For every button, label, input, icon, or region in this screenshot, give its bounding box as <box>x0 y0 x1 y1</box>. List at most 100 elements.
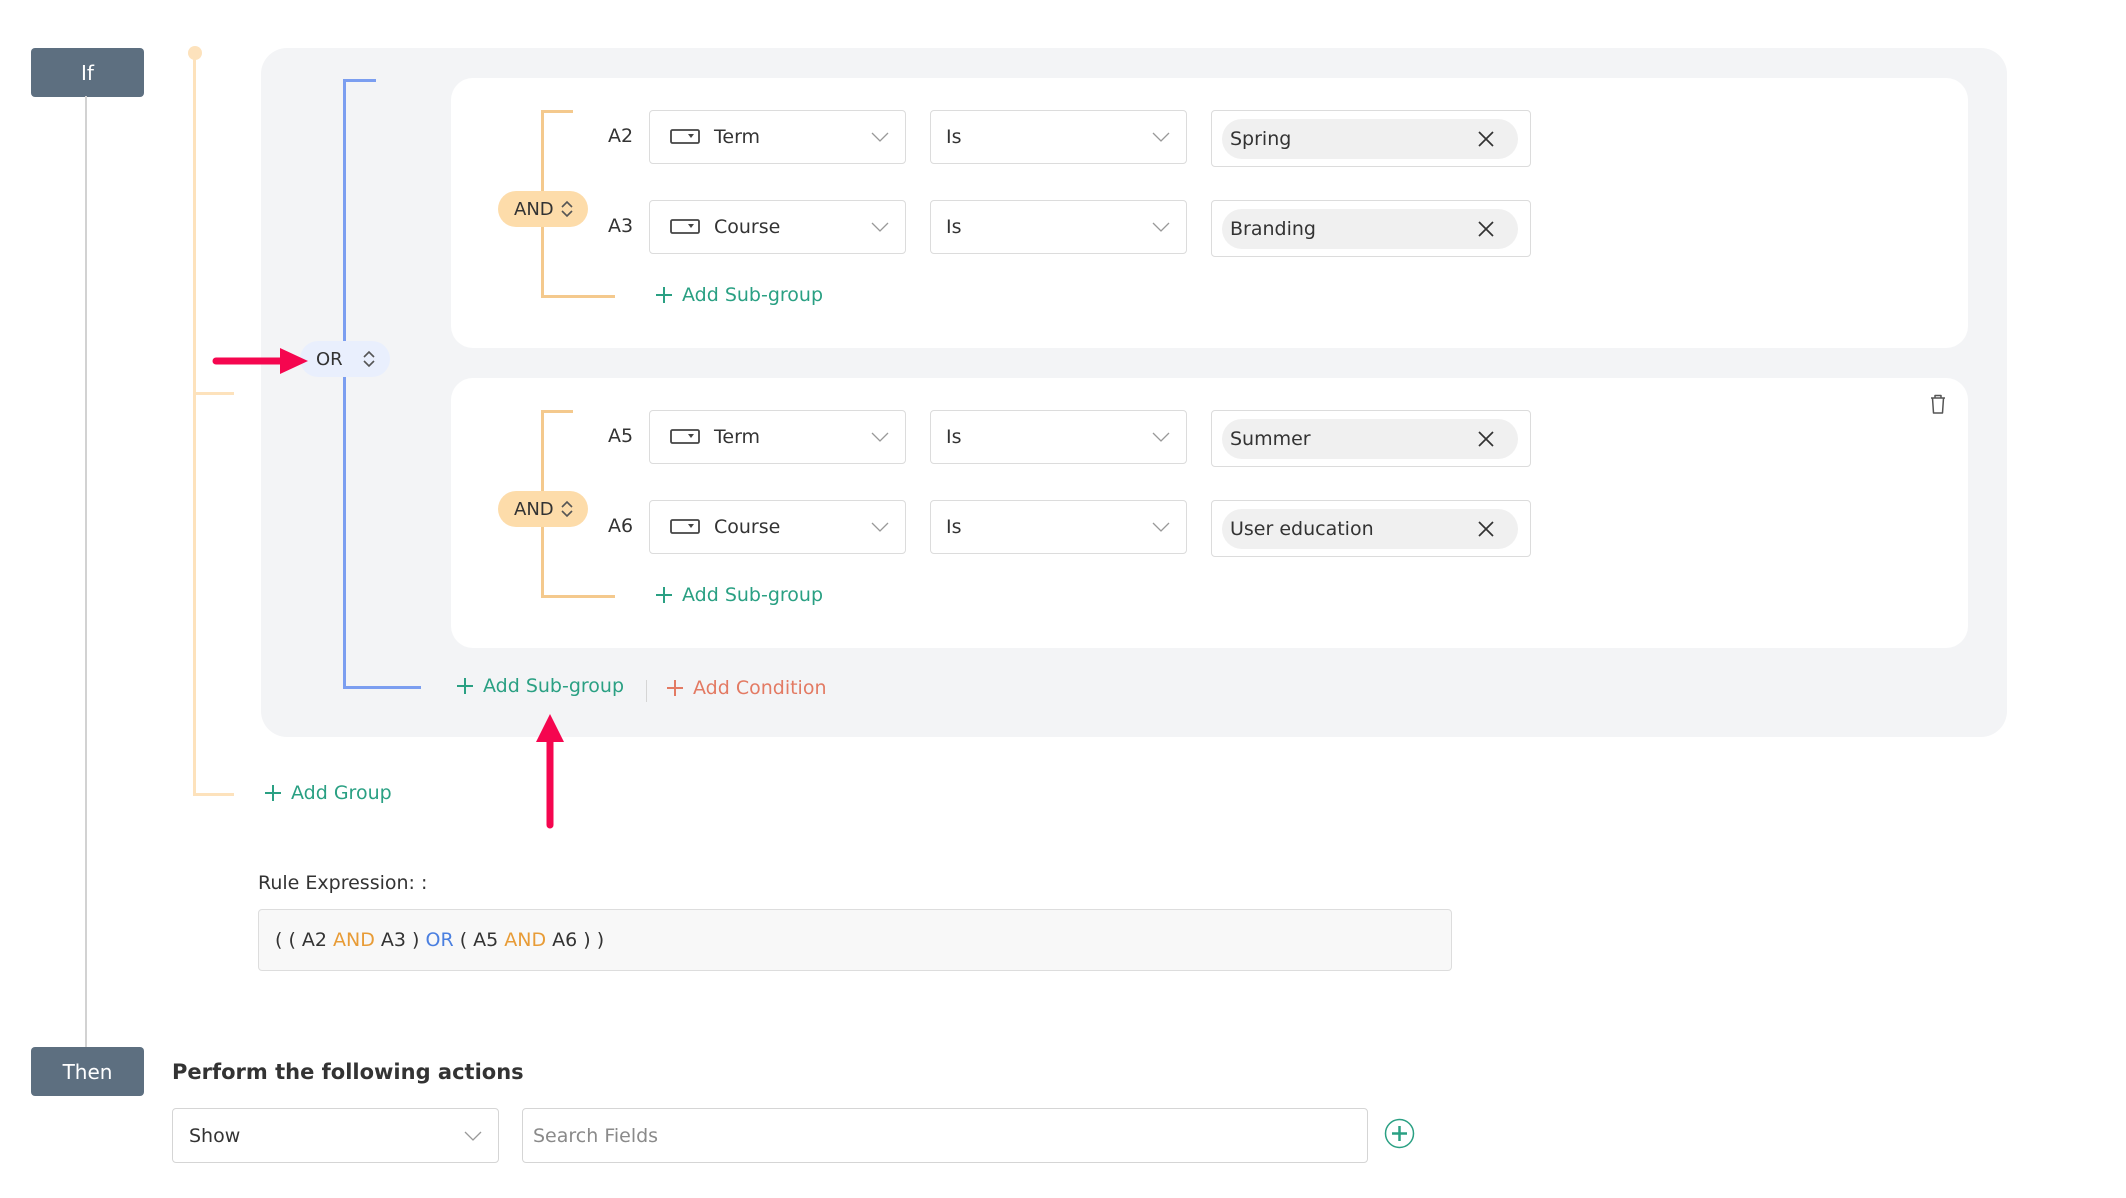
then-step-label: Then <box>31 1047 144 1096</box>
value-input[interactable]: User education <box>1211 500 1531 557</box>
chevron-down-icon <box>871 432 889 442</box>
add-subgroup-label: Add Sub-group <box>682 584 824 606</box>
action-type-value: Show <box>189 1124 241 1147</box>
group-operator-toggle[interactable]: AND <box>498 191 588 227</box>
value-chip-label: Summer <box>1230 428 1311 450</box>
plus-icon <box>667 680 683 696</box>
add-subgroup-label: Add Sub-group <box>483 675 625 697</box>
condition-id: A2 <box>608 125 634 147</box>
if-step-label: If <box>31 48 144 97</box>
group-operator-toggle[interactable]: AND <box>498 491 588 527</box>
and-bracket-bottom <box>541 595 615 598</box>
tree-branch-line <box>193 793 234 796</box>
rule-expression-box: ( ( A2 AND A3 ) OR ( A5 AND A6 ) ) <box>258 909 1452 971</box>
value-input[interactable]: Summer <box>1211 410 1531 467</box>
annotation-arrow-up-icon <box>536 714 564 829</box>
root-operator-toggle[interactable]: OR <box>300 341 390 377</box>
chevron-down-icon <box>1152 432 1170 442</box>
dropdown-field-icon <box>670 519 700 534</box>
tree-trunk-line <box>193 53 196 796</box>
field-select[interactable]: Course <box>649 500 906 554</box>
add-subgroup-button[interactable]: Add Sub-group <box>654 284 823 306</box>
or-bracket-line <box>343 79 346 688</box>
chevron-down-icon <box>871 222 889 232</box>
action-type-select[interactable]: Show <box>172 1108 499 1163</box>
operator-select[interactable]: Is <box>930 410 1187 464</box>
chevron-down-icon <box>1152 222 1170 232</box>
value-input[interactable]: Spring <box>1211 110 1531 167</box>
chevron-updown-icon <box>561 200 573 218</box>
chevron-down-icon <box>871 132 889 142</box>
operator-select[interactable]: Is <box>930 110 1187 164</box>
value-chip-label: Spring <box>1230 128 1292 150</box>
or-bracket-top <box>343 79 376 82</box>
chevron-down-icon <box>464 1131 482 1141</box>
add-group-button[interactable]: Add Group <box>263 782 392 804</box>
chevron-down-icon <box>1152 522 1170 532</box>
field-select-value: Term <box>714 126 761 148</box>
group-operator-label: AND <box>514 498 554 520</box>
and-bracket-top <box>541 410 573 413</box>
search-fields-input[interactable] <box>522 1108 1368 1163</box>
operator-select[interactable]: Is <box>930 500 1187 554</box>
chevron-updown-icon <box>363 350 375 368</box>
trash-icon[interactable] <box>1928 393 1948 415</box>
and-bracket-bottom <box>541 295 615 298</box>
plus-icon <box>656 587 672 603</box>
operator-select[interactable]: Is <box>930 200 1187 254</box>
add-condition-button[interactable]: Add Condition <box>665 677 827 699</box>
chevron-down-icon <box>871 522 889 532</box>
operator-select-value: Is <box>946 516 962 538</box>
operator-select-value: Is <box>946 426 962 448</box>
chevron-down-icon <box>1152 132 1170 142</box>
expr-token-or: OR <box>425 929 454 951</box>
add-subgroup-button[interactable]: Add Sub-group <box>455 675 624 697</box>
close-icon[interactable] <box>1476 129 1496 149</box>
value-chip-label: Branding <box>1230 218 1316 240</box>
add-action-plus-circle-icon[interactable] <box>1384 1118 1415 1149</box>
dropdown-field-icon <box>670 129 700 144</box>
expr-token-and: AND <box>504 929 547 951</box>
value-input[interactable]: Branding <box>1211 200 1531 257</box>
operator-select-value: Is <box>946 126 962 148</box>
operator-select-value: Is <box>946 216 962 238</box>
plus-icon <box>265 785 281 801</box>
plus-icon <box>656 287 672 303</box>
expr-token: ( ( A2 <box>275 929 334 951</box>
actions-title: Perform the following actions <box>172 1060 524 1084</box>
close-icon[interactable] <box>1476 519 1496 539</box>
field-select[interactable]: Term <box>649 410 906 464</box>
rule-expression-label: Rule Expression: : <box>258 872 428 894</box>
condition-id: A6 <box>608 515 634 537</box>
add-subgroup-label: Add Sub-group <box>682 284 824 306</box>
value-chip: User education <box>1222 509 1518 549</box>
value-chip: Branding <box>1222 209 1518 249</box>
tree-branch-line <box>193 392 234 395</box>
field-select-value: Term <box>714 426 761 448</box>
value-chip: Summer <box>1222 419 1518 459</box>
value-chip: Spring <box>1222 119 1518 159</box>
field-select[interactable]: Course <box>649 200 906 254</box>
add-group-label: Add Group <box>291 782 392 804</box>
field-select[interactable]: Term <box>649 110 906 164</box>
add-subgroup-button[interactable]: Add Sub-group <box>654 584 823 606</box>
expr-token-and: AND <box>333 929 375 951</box>
condition-id: A5 <box>608 425 634 447</box>
expr-token: A6 ) ) <box>546 929 605 951</box>
root-operator-label: OR <box>316 348 343 370</box>
field-select-value: Course <box>714 516 781 538</box>
close-icon[interactable] <box>1476 429 1496 449</box>
close-icon[interactable] <box>1476 219 1496 239</box>
add-condition-label: Add Condition <box>693 677 827 699</box>
expr-token: ( A5 <box>453 929 505 951</box>
value-chip-label: User education <box>1230 518 1374 540</box>
annotation-arrow-right-icon <box>212 348 308 374</box>
action-divider <box>646 680 647 702</box>
group-operator-label: AND <box>514 198 554 220</box>
chevron-updown-icon <box>561 500 573 518</box>
or-bracket-bottom <box>343 686 421 689</box>
condition-id: A3 <box>608 215 634 237</box>
and-bracket-top <box>541 110 573 113</box>
step-connector-line <box>85 96 87 1048</box>
field-select-value: Course <box>714 216 781 238</box>
